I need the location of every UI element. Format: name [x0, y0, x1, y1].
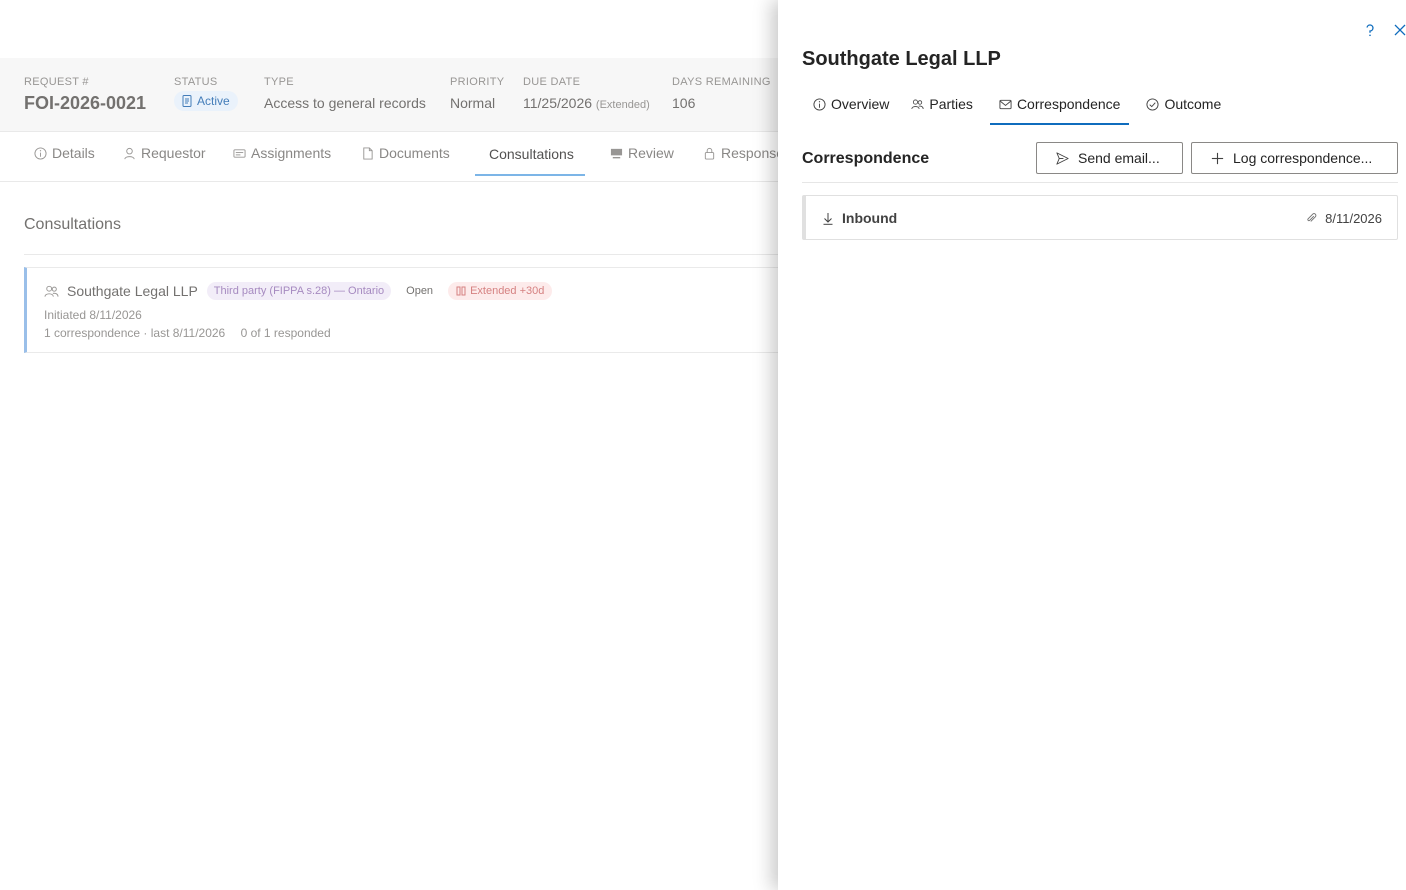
- log-correspondence-button[interactable]: Log correspondence...: [1191, 142, 1398, 174]
- arrow-down-icon: [823, 212, 833, 225]
- check-circle-icon: [1146, 97, 1159, 111]
- attachment-icon: [1307, 213, 1317, 222]
- log-correspondence-label: Log correspondence...: [1233, 150, 1373, 166]
- divider: [802, 182, 1398, 183]
- tab-outcome-label: Outcome: [1164, 96, 1222, 112]
- send-email-button[interactable]: Send email...: [1036, 142, 1183, 174]
- help-icon: [1366, 24, 1374, 37]
- close-icon: [1394, 24, 1406, 36]
- tab-parties[interactable]: Parties: [900, 84, 984, 124]
- close-button[interactable]: [1390, 20, 1406, 40]
- tab-overview-label: Overview: [831, 96, 890, 112]
- info-icon: [813, 97, 826, 111]
- panel-title: Southgate Legal LLP: [802, 48, 1001, 70]
- send-email-label: Send email...: [1078, 150, 1160, 166]
- people-icon: [911, 99, 924, 109]
- mail-icon: [999, 99, 1012, 109]
- send-icon: [1056, 151, 1069, 165]
- panel-tabs: Overview Parties Correspondence Outcome: [802, 84, 1232, 126]
- tab-parties-label: Parties: [929, 96, 973, 112]
- tab-overview[interactable]: Overview: [802, 84, 900, 124]
- consultation-panel: Southgate Legal LLP Overview Parties Cor…: [778, 0, 1406, 890]
- tab-correspondence[interactable]: Correspondence: [988, 84, 1132, 125]
- overlay-scrim[interactable]: [0, 0, 778, 890]
- correspondence-item[interactable]: Inbound 8/11/2026: [802, 195, 1398, 240]
- correspondence-direction: Inbound: [842, 210, 898, 226]
- correspondence-heading: Correspondence: [802, 150, 930, 167]
- tab-correspondence-label: Correspondence: [1016, 96, 1121, 112]
- plus-icon: [1211, 152, 1224, 164]
- help-button[interactable]: [1360, 20, 1380, 40]
- correspondence-date: 8/11/2026: [1325, 211, 1382, 226]
- tab-outcome[interactable]: Outcome: [1135, 84, 1232, 124]
